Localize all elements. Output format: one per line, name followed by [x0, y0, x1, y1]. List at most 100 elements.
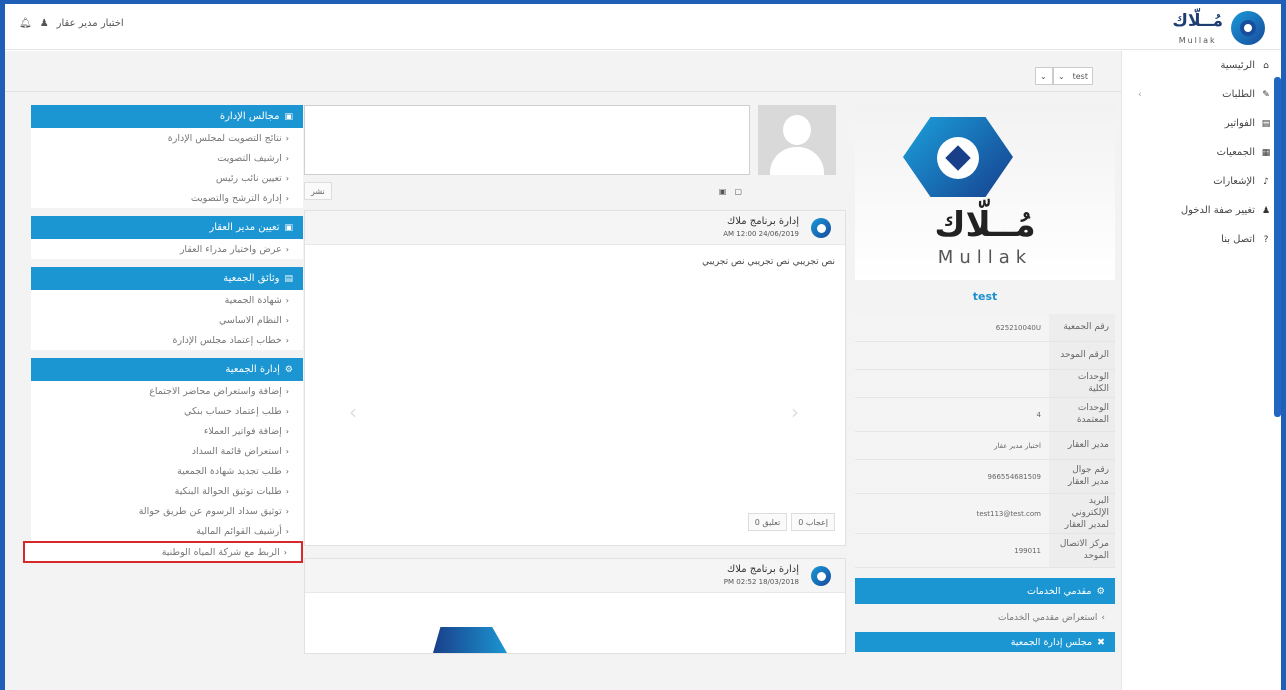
post-body: نص تجريبي نص تجريبي نص تجريبي ‹ › 0 تعلي…	[305, 245, 845, 545]
panel-link[interactable]: ارشيف التصويت ›	[31, 148, 303, 168]
link-label: النظام الاساسي	[219, 314, 282, 326]
panel-link[interactable]: طلب إعتماد حساب بنكي ›	[31, 401, 303, 421]
post-actions: 0 تعليق 0 إعجاب	[747, 513, 835, 531]
sidebar-item[interactable]: اتصل بنا?	[1122, 225, 1281, 254]
camera-icon[interactable]: ▣	[719, 187, 727, 196]
panel-title: مجالس الإدارة	[219, 111, 280, 122]
panel-link[interactable]: إضافة فواتير العملاء ›	[31, 421, 303, 441]
association-profile: مُــلّاك Mullak test 625210040U رقم الجمع…	[855, 105, 1115, 653]
board-icon: ▣	[284, 111, 293, 122]
panel-link[interactable]: إضافة واستعراض محاضر الاجتماع ›	[31, 381, 303, 401]
national-water-link[interactable]: الربط مع شركة المياه الوطنية ›	[23, 541, 303, 563]
building-icon: ▦	[1261, 147, 1271, 158]
scrollbar[interactable]	[1274, 77, 1281, 417]
panel-link[interactable]: أرشيف القوائم المالية ›	[31, 521, 303, 541]
panel-title: مجلس إدارة الجمعية	[1010, 636, 1093, 648]
link-label: عرض واختيار مدراء العقار	[179, 243, 282, 255]
panel-link[interactable]: نتائج التصويت لمجلس الإدارة ›	[31, 128, 303, 148]
bell-icon[interactable]: 🔔︎	[19, 18, 32, 29]
user-menu[interactable]: 🔔︎ ♟ اختبار مدير عقار	[19, 18, 124, 29]
panel-link[interactable]: تعيين نائب رئيس ›	[31, 168, 303, 188]
comment-button[interactable]: 0 تعليق	[747, 513, 788, 531]
sidebar-item[interactable]: تغيير صفة الدخول ♟	[1122, 196, 1281, 225]
info-label: الرقم الموحد	[1049, 342, 1115, 369]
panel-title: إدارة الجمعية	[225, 364, 280, 375]
panel-link[interactable]: استعراض قائمة السداد ›	[31, 441, 303, 461]
link-label: استعراض قائمة السداد	[191, 445, 282, 457]
users-icon: ✖	[1097, 636, 1105, 648]
chevron-right-icon: ›	[285, 244, 289, 254]
news-feed: نشر ▣ ▢ إدارة برنامج ملاك AM 12:00 24/06…	[304, 105, 846, 666]
info-row: 625210040U رقم الجمعية	[855, 314, 1115, 342]
info-row: الرقم الموحد	[855, 342, 1115, 370]
panel-link[interactable]: طلب تجديد شهادة الجمعية ›	[31, 461, 303, 481]
association-name: test	[972, 290, 998, 303]
link-label: تعيين نائب رئيس	[215, 172, 282, 184]
panel-title: مقدمي الخدمات	[1026, 585, 1092, 597]
panel-header: مجالس الإدارة ▣	[31, 105, 303, 128]
publish-button[interactable]: نشر	[304, 182, 332, 200]
image-icon[interactable]: ▢	[734, 187, 742, 196]
info-value	[855, 370, 1049, 398]
link-label: استعراض مقدمي الخدمات	[997, 613, 1098, 624]
main-content: ⌄ ⌄ test مجالس الإدارة ▣ نتائج التصويت لمج…	[5, 51, 1121, 690]
sidebar-item[interactable]: الإشعارات ♪	[1122, 167, 1281, 196]
chevron-right-icon[interactable]: ›	[791, 400, 799, 424]
chevron-left-icon[interactable]: ‹	[349, 400, 357, 424]
post-image	[433, 627, 507, 653]
sidebar-item[interactable]: ‹ الطلبات ✎	[1122, 80, 1281, 109]
sidebar-item[interactable]: الفواتير ▤	[1122, 109, 1281, 138]
post-text: نص تجريبي نص تجريبي نص تجريبي	[702, 257, 835, 267]
link-label: إضافة واستعراض محاضر الاجتماع	[149, 385, 282, 397]
chevron-right-icon: ›	[285, 133, 289, 143]
info-row: 4 الوحدات المعتمدة	[855, 398, 1115, 433]
info-row: test113@test.com البريد الإلكتروني لمدير …	[855, 494, 1115, 535]
sidebar-item[interactable]: الجمعيات ▦	[1122, 138, 1281, 167]
link-label: إضافة فواتير العملاء	[203, 425, 282, 437]
like-button[interactable]: 0 إعجاب	[791, 513, 835, 531]
user-name: اختبار مدير عقار	[56, 18, 124, 29]
chevron-right-icon: ›	[285, 446, 289, 456]
panel-link[interactable]: شهادة الجمعية ›	[31, 290, 303, 310]
panel-link[interactable]: عرض واختيار مدراء العقار ›	[31, 239, 303, 259]
panel-link[interactable]: إدارة الترشح والتصويت ›	[31, 188, 303, 208]
info-value: 4	[855, 398, 1049, 432]
chevron-right-icon: ›	[285, 193, 289, 203]
panel-title: تعيين مدير العقار	[209, 222, 280, 233]
panel-header: وثائق الجمعية ▤	[31, 267, 303, 290]
sidebar-item-label: الفواتير	[1224, 118, 1255, 129]
app-logo-text: مُــلّاك Mullak	[1172, 13, 1223, 46]
panel-title: وثائق الجمعية	[223, 273, 280, 284]
panel-link[interactable]: خطاب إعتماد مجلس الإدارة ›	[31, 330, 303, 350]
select-value: test	[1072, 71, 1088, 81]
chevron-down-icon[interactable]: ⌄	[1035, 67, 1053, 85]
link-label: طلبات توثيق الحوالة البنكية	[174, 485, 282, 497]
association-logo: مُــلّاك Mullak	[855, 105, 1115, 280]
chevron-right-icon: ›	[285, 153, 289, 163]
chevron-right-icon: ›	[285, 466, 289, 476]
sidebar-item-label: الإشعارات	[1213, 176, 1255, 187]
select-field[interactable]: ⌄ test	[1053, 67, 1093, 85]
manager-icon: ▣	[284, 222, 293, 233]
question-icon: ?	[1263, 234, 1269, 245]
logo-arabic: مُــلّاك	[934, 205, 1036, 245]
info-row: الوحدات الكلية	[855, 370, 1115, 399]
providers-link[interactable]: استعراض مقدمي الخدمات ‹	[855, 604, 1115, 632]
chevron-left-icon[interactable]: ‹	[1138, 90, 1142, 100]
logo-arabic: مُــلّاك	[1172, 11, 1223, 31]
info-label: مدير العقار	[1049, 432, 1115, 460]
post-composer: نشر ▣ ▢	[304, 105, 846, 210]
post-textarea[interactable]	[304, 105, 750, 175]
panel-link[interactable]: طلبات توثيق الحوالة البنكية ›	[31, 481, 303, 501]
sidebar-item[interactable]: الرئيسية ⌂	[1122, 51, 1281, 80]
info-label: الوحدات المعتمدة	[1049, 398, 1115, 432]
logo-icon[interactable]	[1231, 11, 1265, 45]
panel-link[interactable]: النظام الاساسي ›	[31, 310, 303, 330]
info-value: 625210040U	[855, 314, 1049, 341]
sidebar-item-label: تغيير صفة الدخول	[1180, 205, 1255, 216]
link-label: طلب تجديد شهادة الجمعية	[177, 465, 282, 477]
panel-link[interactable]: توثيق سداد الرسوم عن طريق حوالة ›	[31, 501, 303, 521]
info-value: 199011	[855, 534, 1049, 568]
user-icon: ♟	[39, 18, 49, 29]
association-selector[interactable]: ⌄ ⌄ test	[1035, 67, 1093, 85]
